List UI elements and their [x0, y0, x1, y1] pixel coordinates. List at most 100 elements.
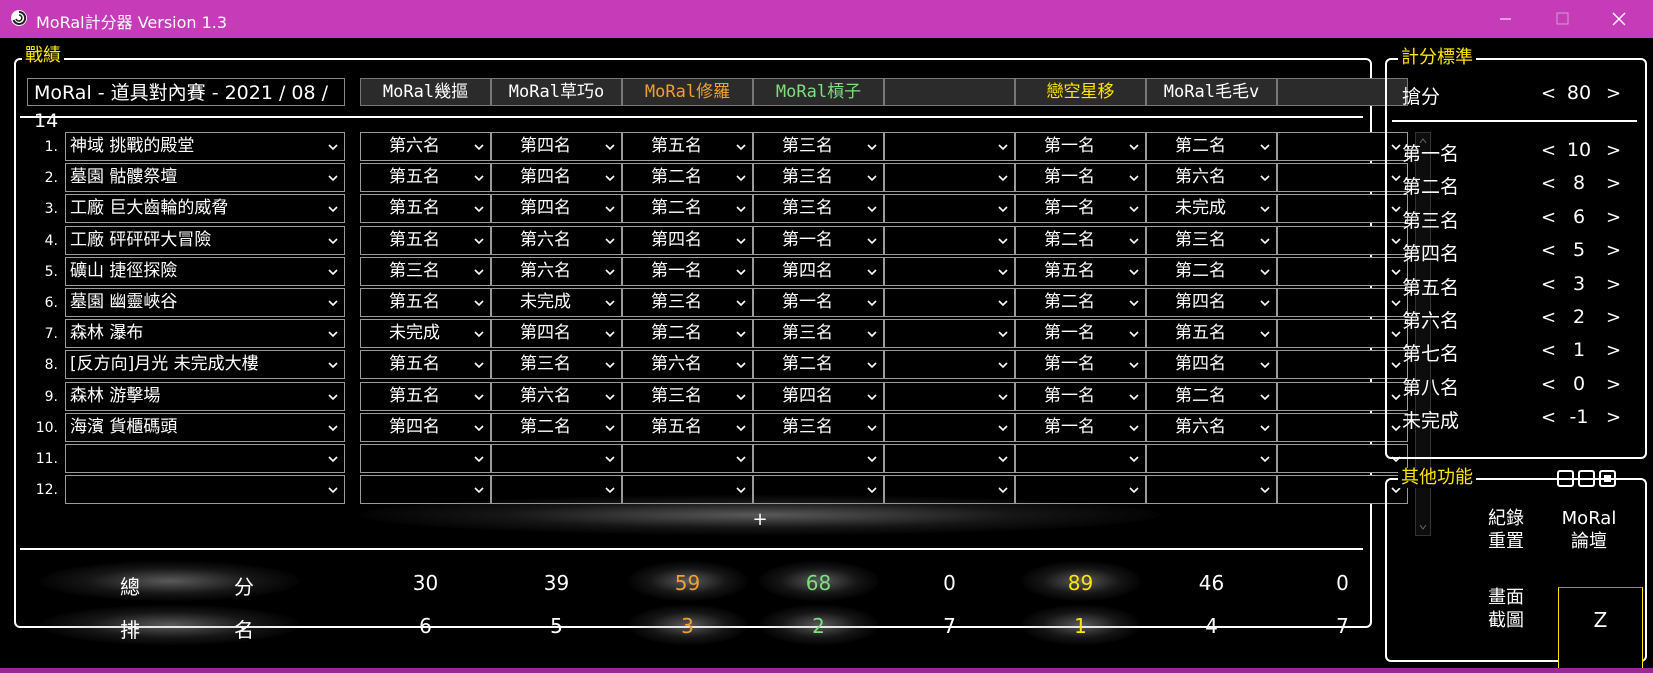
- rank-select[interactable]: 第五名: [360, 194, 491, 223]
- rank-select[interactable]: 第四名: [753, 257, 884, 286]
- rank-select[interactable]: 第四名: [1146, 288, 1277, 317]
- rank-select[interactable]: 第四名: [491, 319, 622, 348]
- rank-select[interactable]: 第六名: [491, 226, 622, 255]
- rank-select[interactable]: 第一名: [1015, 350, 1146, 379]
- rank-select[interactable]: 第二名: [1146, 257, 1277, 286]
- decrement-icon[interactable]: <: [1541, 374, 1556, 395]
- rank-select[interactable]: [753, 444, 884, 473]
- rank-select[interactable]: [884, 319, 1015, 348]
- increment-icon[interactable]: >: [1606, 407, 1621, 428]
- rank-select[interactable]: 第五名: [360, 226, 491, 255]
- rank-select[interactable]: 第一名: [1015, 413, 1146, 442]
- rank-select[interactable]: [1146, 475, 1277, 504]
- decrement-icon[interactable]: <: [1541, 240, 1556, 261]
- minimize-icon[interactable]: [1480, 0, 1530, 38]
- rank-select[interactable]: 第二名: [622, 319, 753, 348]
- rank-select[interactable]: [884, 350, 1015, 379]
- rank-select[interactable]: [491, 444, 622, 473]
- decrement-icon[interactable]: <: [1541, 207, 1556, 228]
- rank-select[interactable]: 第一名: [753, 288, 884, 317]
- map-select[interactable]: [65, 475, 345, 504]
- rank-select[interactable]: [884, 194, 1015, 223]
- tournament-title-field[interactable]: MoRal - 道具對內賽 - 2021 / 08 / 14: [27, 78, 345, 132]
- decrement-icon[interactable]: <: [1541, 407, 1556, 428]
- z-button[interactable]: Z: [1558, 587, 1643, 673]
- player-header[interactable]: MoRal槓子: [753, 78, 884, 106]
- map-select[interactable]: 工廠 巨大齒輪的威脅: [65, 194, 345, 223]
- map-select[interactable]: [反方向]月光 未完成大樓: [65, 350, 345, 379]
- map-select[interactable]: 海濱 貨櫃碼頭: [65, 413, 345, 442]
- rank-select[interactable]: 第二名: [622, 194, 753, 223]
- rank-select[interactable]: [884, 226, 1015, 255]
- rank-select[interactable]: 第三名: [1146, 226, 1277, 255]
- rank-select[interactable]: 第四名: [622, 226, 753, 255]
- rank-select[interactable]: 第四名: [1146, 350, 1277, 379]
- add-row-button[interactable]: +: [700, 508, 820, 532]
- rank-select[interactable]: 第五名: [1146, 319, 1277, 348]
- rank-select[interactable]: 第一名: [1015, 382, 1146, 411]
- rank-select[interactable]: 第四名: [491, 132, 622, 161]
- rank-select[interactable]: 第三名: [753, 163, 884, 192]
- rank-select[interactable]: 第五名: [360, 350, 491, 379]
- layout-toggle-2-icon[interactable]: [1578, 470, 1595, 487]
- rank-select[interactable]: 第二名: [1146, 382, 1277, 411]
- rank-select[interactable]: 未完成: [360, 319, 491, 348]
- increment-icon[interactable]: >: [1606, 207, 1621, 228]
- player-header[interactable]: MoRal草巧o: [491, 78, 622, 106]
- rank-select[interactable]: 第三名: [753, 413, 884, 442]
- rank-select[interactable]: [884, 163, 1015, 192]
- player-header[interactable]: MoRal毛毛v: [1146, 78, 1277, 106]
- player-header[interactable]: [884, 78, 1015, 106]
- map-select[interactable]: 工廠 砰砰砰大冒險: [65, 226, 345, 255]
- decrement-icon[interactable]: <: [1541, 140, 1556, 161]
- rank-select[interactable]: [622, 444, 753, 473]
- rank-select[interactable]: [884, 444, 1015, 473]
- map-select[interactable]: 神域 挑戰的殿堂: [65, 132, 345, 161]
- layout-toggle-3-icon[interactable]: [1599, 470, 1616, 487]
- rank-select[interactable]: 第六名: [1146, 413, 1277, 442]
- map-select[interactable]: 森林 瀑布: [65, 319, 345, 348]
- map-select[interactable]: 礦山 捷徑探險: [65, 257, 345, 286]
- rank-select[interactable]: 第三名: [753, 194, 884, 223]
- rank-select[interactable]: 第四名: [491, 163, 622, 192]
- decrement-icon[interactable]: <: [1541, 307, 1556, 328]
- rank-select[interactable]: 第六名: [360, 132, 491, 161]
- rank-select[interactable]: 第二名: [491, 413, 622, 442]
- map-select[interactable]: [65, 444, 345, 473]
- decrement-icon[interactable]: <: [1541, 173, 1556, 194]
- rank-select[interactable]: [884, 413, 1015, 442]
- increment-icon[interactable]: >: [1606, 374, 1621, 395]
- close-icon[interactable]: [1594, 0, 1644, 38]
- rank-select[interactable]: 第六名: [491, 257, 622, 286]
- rank-select[interactable]: 第一名: [1015, 194, 1146, 223]
- rank-select[interactable]: 第五名: [360, 163, 491, 192]
- increment-icon[interactable]: >: [1606, 173, 1621, 194]
- rank-select[interactable]: 第三名: [753, 319, 884, 348]
- rank-select[interactable]: 未完成: [1146, 194, 1277, 223]
- rank-select[interactable]: 第五名: [360, 288, 491, 317]
- rank-select[interactable]: [1146, 444, 1277, 473]
- increment-icon[interactable]: >: [1606, 307, 1621, 328]
- rank-select[interactable]: 第五名: [1015, 257, 1146, 286]
- increment-icon[interactable]: >: [1606, 340, 1621, 361]
- rank-select[interactable]: [360, 475, 491, 504]
- rank-select[interactable]: [1015, 444, 1146, 473]
- increment-icon[interactable]: >: [1606, 240, 1621, 261]
- rank-select[interactable]: 第五名: [622, 132, 753, 161]
- rank-select[interactable]: 第六名: [1146, 163, 1277, 192]
- rank-select[interactable]: 第三名: [753, 132, 884, 161]
- rank-select[interactable]: 未完成: [491, 288, 622, 317]
- increment-icon[interactable]: >: [1606, 140, 1621, 161]
- rank-select[interactable]: [884, 288, 1015, 317]
- rank-select[interactable]: 第三名: [360, 257, 491, 286]
- decrement-icon[interactable]: <: [1541, 83, 1556, 104]
- rank-select[interactable]: [884, 132, 1015, 161]
- rank-select[interactable]: 第四名: [491, 194, 622, 223]
- player-header[interactable]: MoRal幾摳: [360, 78, 491, 106]
- rank-select[interactable]: 第二名: [1015, 288, 1146, 317]
- rank-select[interactable]: 第四名: [753, 382, 884, 411]
- map-select[interactable]: 墓園 骷髏祭壇: [65, 163, 345, 192]
- rank-select[interactable]: 第六名: [622, 350, 753, 379]
- rank-select[interactable]: 第二名: [1146, 132, 1277, 161]
- rank-select[interactable]: [884, 382, 1015, 411]
